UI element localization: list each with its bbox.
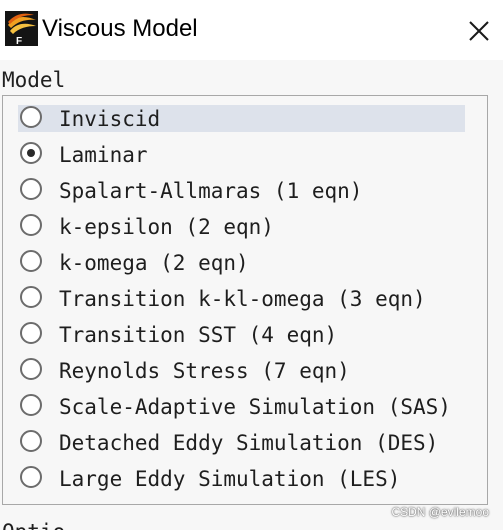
radio-option-label: Laminar [59, 143, 148, 167]
options-section-label: Optio [2, 518, 65, 530]
viscous-model-dialog: F Viscous Model Model Inviscid Laminar Spa… [0, 0, 503, 530]
svg-text:F: F [16, 36, 22, 46]
radio-dot-icon [27, 149, 35, 157]
radio-option[interactable]: Transition k-kl-omega (3 eqn) [18, 283, 465, 319]
radio-button[interactable] [20, 430, 42, 452]
radio-option-label: Spalart-Allmaras (1 eqn) [59, 179, 363, 203]
radio-button[interactable] [20, 106, 42, 128]
radio-button[interactable] [20, 286, 42, 308]
close-button[interactable] [460, 14, 498, 48]
radio-button[interactable] [20, 394, 42, 416]
radio-option-label: k-epsilon (2 eqn) [59, 215, 274, 239]
radio-option[interactable]: Scale-Adaptive Simulation (SAS) [18, 391, 465, 427]
radio-option[interactable]: Reynolds Stress (7 eqn) [18, 355, 465, 391]
radio-button[interactable] [20, 214, 42, 236]
radio-option-label: Large Eddy Simulation (LES) [59, 467, 401, 491]
radio-option-label: Detached Eddy Simulation (DES) [59, 431, 439, 455]
radio-option[interactable]: Laminar [18, 139, 465, 175]
radio-button[interactable] [20, 250, 42, 272]
radio-option-label: Inviscid [59, 107, 161, 131]
dialog-title: Viscous Model [42, 15, 198, 42]
radio-option[interactable]: k-omega (2 eqn) [18, 247, 465, 283]
model-section-label: Model [2, 68, 66, 92]
radio-option-label: k-omega (2 eqn) [59, 251, 249, 275]
radio-button[interactable] [20, 466, 42, 488]
model-radio-list: Inviscid Laminar Spalart-Allmaras (1 eqn) k… [18, 103, 465, 499]
fluent-logo-icon: F [5, 11, 38, 47]
radio-option[interactable]: Transition SST (4 eqn) [18, 319, 465, 355]
close-icon [469, 21, 489, 41]
radio-option-label: Transition SST (4 eqn) [59, 323, 338, 347]
radio-option[interactable]: Detached Eddy Simulation (DES) [18, 427, 465, 463]
radio-button[interactable] [20, 322, 42, 344]
title-bar: F Viscous Model [0, 0, 503, 60]
radio-option-label: Transition k-kl-omega (3 eqn) [59, 287, 426, 311]
radio-button[interactable] [20, 178, 42, 200]
radio-option-label: Reynolds Stress (7 eqn) [59, 359, 350, 383]
radio-option[interactable]: Inviscid [18, 103, 465, 139]
radio-option[interactable]: Spalart-Allmaras (1 eqn) [18, 175, 465, 211]
radio-option-label: Scale-Adaptive Simulation (SAS) [59, 395, 451, 419]
radio-button[interactable] [20, 358, 42, 380]
radio-option[interactable]: Large Eddy Simulation (LES) [18, 463, 465, 499]
watermark: CSDN @evilemoo [391, 505, 489, 519]
radio-button-checked[interactable] [20, 142, 42, 164]
radio-option[interactable]: k-epsilon (2 eqn) [18, 211, 465, 247]
